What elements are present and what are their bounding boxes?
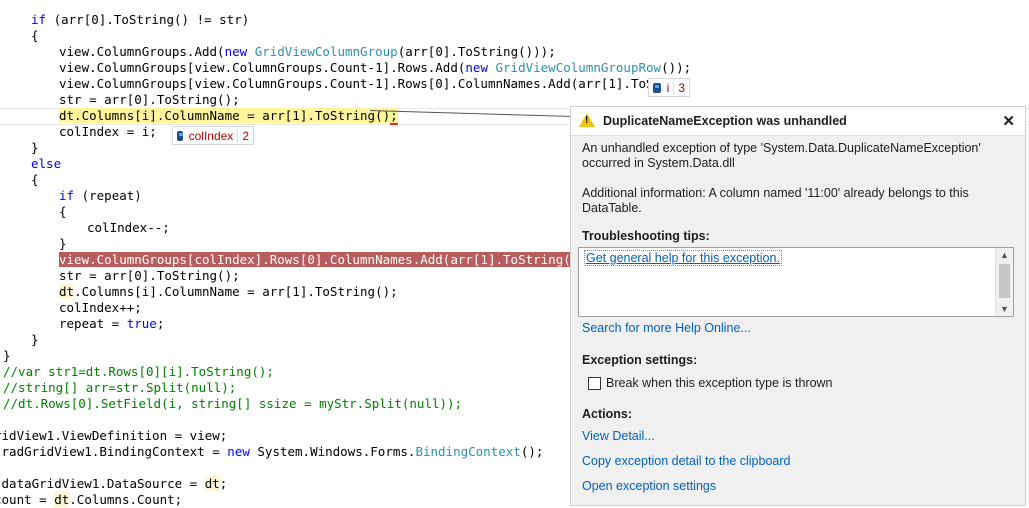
code-line: view.ColumnGroups[view.ColumnGroups.Coun… — [59, 76, 692, 91]
variable-icon — [177, 130, 183, 141]
scrollbar[interactable]: ▲ ▼ — [995, 248, 1013, 316]
code-comment: //string[] arr=str.Split(null); — [3, 380, 237, 395]
code-line: } — [31, 140, 39, 155]
code-line: if (repeat) — [59, 188, 142, 203]
code-line: else — [31, 156, 62, 171]
code-line: colIndex = i; — [59, 124, 157, 139]
code-line: { — [31, 172, 39, 187]
code-line: str = arr[0].ToString(); — [59, 92, 240, 107]
datatip-name: colIndex — [188, 128, 234, 143]
datatip-value[interactable]: 3 — [673, 78, 685, 97]
datatip-colindex[interactable]: colIndex 2 — [172, 126, 254, 145]
open-exception-settings-link[interactable]: Open exception settings — [582, 479, 716, 493]
view-detail-link[interactable]: View Detail... — [582, 429, 655, 443]
code-line: dt.Columns[i].ColumnName = arr[1].ToStri… — [59, 284, 398, 299]
search-help-online-link[interactable]: Search for more Help Online... — [582, 321, 751, 335]
exception-header: ! DuplicateNameException was unhandled ✕ — [571, 107, 1025, 136]
code-line: ridView1.ViewDefinition = view; — [0, 428, 228, 443]
code-line: repeat = true; — [59, 316, 165, 331]
code-line-error: view.ColumnGroups[colIndex].Rows[0].Colu… — [59, 252, 594, 268]
code-line: .radGridView1.BindingContext = new Syste… — [0, 444, 544, 459]
code-line: colIndex--; — [87, 220, 170, 235]
code-comment: //var str1=dt.Rows[0][i].ToString(); — [3, 364, 274, 379]
code-line: { — [31, 28, 39, 43]
exception-assistant: ! DuplicateNameException was unhandled ✕… — [570, 106, 1026, 506]
code-line: count = dt.Columns.Count; — [0, 492, 183, 507]
current-statement: dt.Columns[i].ColumnName = arr[1].ToStri… — [59, 108, 398, 125]
exception-additional-info: Additional information: A column named '… — [582, 186, 969, 215]
break-checkbox-label: Break when this exception type is thrown — [606, 376, 833, 390]
code-line: str = arr[0].ToString(); — [59, 268, 240, 283]
warning-icon: ! — [579, 113, 595, 127]
datatip-i[interactable]: i 3 — [648, 78, 690, 97]
code-line: view.ColumnGroups.Add(new GridViewColumn… — [59, 44, 556, 59]
troubleshooting-list[interactable]: Get general help for this exception. ▲ ▼ — [578, 247, 1014, 317]
actions-heading: Actions: — [582, 407, 632, 421]
code-line: .dataGridView1.DataSource = dt; — [0, 476, 228, 491]
scroll-thumb[interactable] — [999, 264, 1010, 298]
troubleshooting-heading: Troubleshooting tips: — [582, 229, 710, 243]
code-line: { — [59, 204, 67, 219]
code-line: } — [3, 348, 11, 363]
close-icon[interactable]: ✕ — [1002, 112, 1015, 130]
code-line: colIndex++; — [59, 300, 142, 315]
variable-icon — [653, 82, 661, 93]
copy-exception-link[interactable]: Copy exception detail to the clipboard — [582, 454, 790, 468]
code-line: } — [59, 236, 67, 251]
code-line: } — [31, 332, 39, 347]
code-comment: //dt.Rows[0].SetField(i, string[] ssize … — [3, 396, 463, 411]
exception-message: An unhandled exception of type 'System.D… — [582, 141, 981, 170]
exception-title: DuplicateNameException was unhandled — [603, 114, 847, 128]
error-statement: view.ColumnGroups[colIndex].Rows[0].Colu… — [59, 252, 594, 267]
code-line: view.ColumnGroups[view.ColumnGroups.Coun… — [59, 60, 692, 75]
exception-settings-heading: Exception settings: — [582, 353, 698, 367]
code-line-current: dt.Columns[i].ColumnName = arr[1].ToStri… — [59, 108, 398, 125]
datatip-name: i — [666, 80, 670, 95]
break-checkbox[interactable] — [588, 377, 601, 390]
scroll-up-icon[interactable]: ▲ — [996, 248, 1013, 262]
general-help-link[interactable]: Get general help for this exception. — [584, 250, 782, 266]
code-line: if (arr[0].ToString() != str) — [31, 12, 250, 27]
datatip-value[interactable]: 2 — [237, 126, 249, 145]
scroll-down-icon[interactable]: ▼ — [996, 302, 1013, 316]
